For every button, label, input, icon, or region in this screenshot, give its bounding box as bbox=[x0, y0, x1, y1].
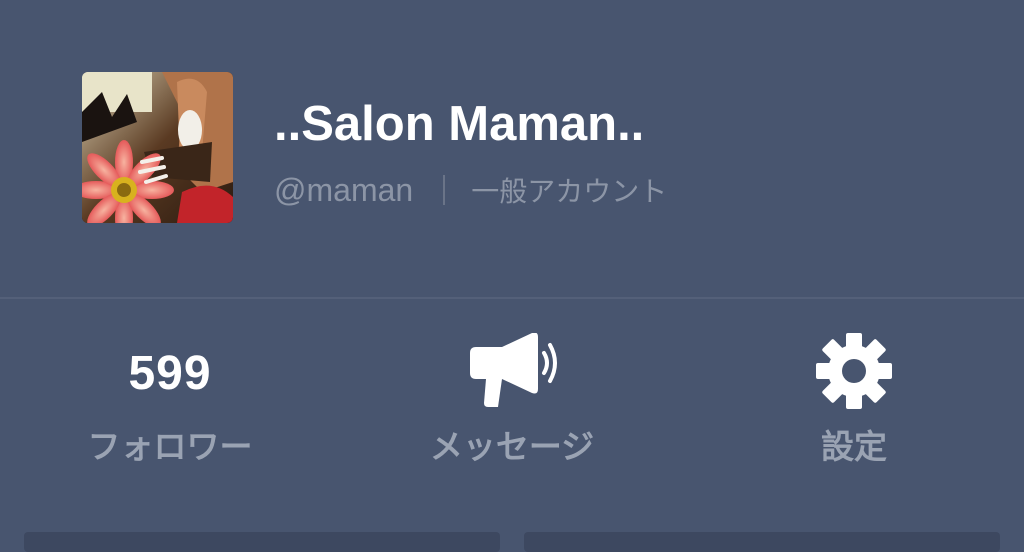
message-label: メッセージ bbox=[429, 427, 595, 466]
followers-button[interactable]: 599 フォロワー bbox=[40, 330, 300, 480]
profile-header: ..Salon Maman.. @maman 一般アカウント bbox=[0, 0, 1024, 298]
subline-separator bbox=[443, 175, 446, 205]
avatar[interactable] bbox=[82, 72, 233, 223]
settings-label: 設定 bbox=[821, 427, 887, 466]
profile-name: ..Salon Maman.. bbox=[274, 97, 645, 151]
settings-button[interactable]: 設定 bbox=[724, 330, 984, 480]
bottom-panel-left[interactable] bbox=[24, 532, 500, 552]
profile-handle: @maman bbox=[274, 171, 414, 208]
action-bar: 599 フォロワー メッセージ 設定 bbox=[0, 330, 1024, 480]
account-type: 一般アカウント bbox=[471, 175, 668, 208]
followers-count: 599 bbox=[128, 346, 212, 400]
gear-icon bbox=[814, 331, 894, 415]
bottom-panel-right[interactable] bbox=[524, 532, 1000, 552]
megaphone-icon bbox=[466, 332, 558, 413]
profile-subline: @maman 一般アカウント bbox=[274, 168, 667, 212]
section-divider bbox=[0, 297, 1024, 299]
followers-label: フォロワー bbox=[87, 427, 253, 466]
message-button[interactable]: メッセージ bbox=[382, 330, 642, 480]
